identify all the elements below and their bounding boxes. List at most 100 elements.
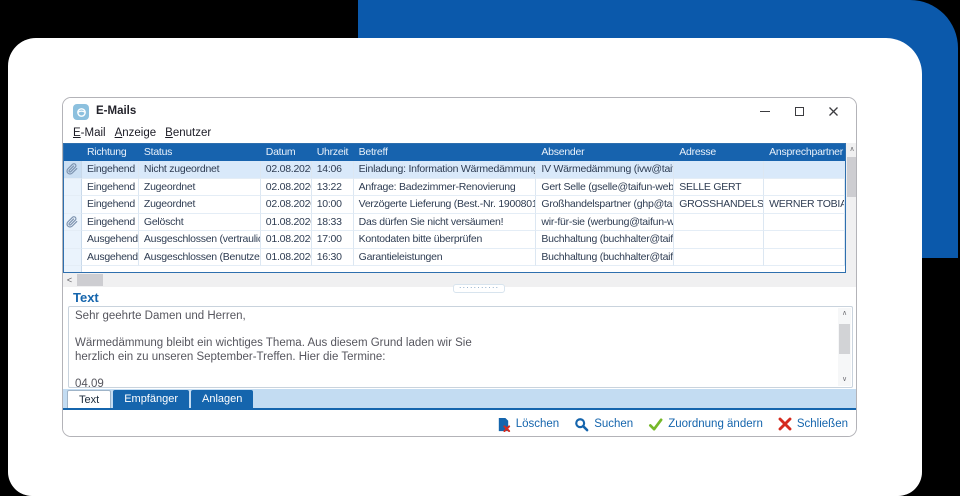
cell-betreff: Kontodaten bitte überprüfen [353,231,537,249]
table-filler-row [64,266,845,272]
check-icon [648,417,663,432]
bottom-toolbar: Löschen Suchen Zuordnung ändern Schließen [63,410,856,436]
cell-ansprechpartner [764,248,845,266]
toolbar-button-label: Zuordnung ändern [668,418,763,430]
cell-betreff: Das dürfen Sie nicht versäumen! [353,213,537,231]
cell-richtung: Ausgehend [81,231,139,249]
cell-adresse: GROSSHANDELS-PT [674,196,765,214]
tab-text[interactable]: Text [67,390,112,408]
email-text-preview[interactable]: Sehr geehrte Damen und Herren, Wärmedämm… [68,306,853,388]
cell-adresse [674,161,765,179]
window-title: E-Mails [96,105,137,117]
email-row-3[interactable]: Eingehend Zugeordnet 02.08.2020 10:00 Verzög… [64,196,845,214]
preview-vscroll-thumb[interactable] [839,324,850,354]
header-uhrzeit[interactable]: Uhrzeit [312,144,354,161]
cell-uhrzeit: 13:22 [311,178,354,196]
table-hscroll-thumb[interactable] [77,274,103,286]
cell-datum: 02.08.2020 [260,178,312,196]
cell-datum: 02.08.2020 [260,196,312,214]
cell-absender: wir-für-sie (werbung@taifun-w [536,213,675,231]
close-icon [778,417,792,431]
email-row-6[interactable]: Ausgehend Ausgeschlossen (Benutzer) 01.08.… [64,248,845,266]
cell-uhrzeit: 17:00 [311,231,354,249]
cell-adresse [674,231,765,249]
attachment-column-filler [64,266,82,272]
table-body: Eingehend Nicht zugeordnet 02.08.2020 14:06… [64,161,845,266]
cell-ansprechpartner [764,178,845,196]
table-header: Richtung Status Datum Uhrzeit Betreff Absende… [64,144,845,161]
email-table: Richtung Status Datum Uhrzeit Betreff Absende… [63,143,846,273]
cell-status: Nicht zugeordnet [138,161,261,179]
close-window-button[interactable] [816,98,850,125]
table-vertical-scrollbar[interactable]: ∧ [846,143,856,273]
scroll-left-icon[interactable]: < [63,273,76,287]
tab-empfnger[interactable]: Empfänger [113,390,189,408]
schließen-button[interactable]: Schließen [778,417,848,431]
menubar: E-Mail Anzeige Benutzer [63,125,856,143]
cell-richtung: Eingehend [81,161,139,179]
close-window-icon [828,107,838,116]
header-status[interactable]: Status [139,144,261,161]
cell-adresse [674,213,765,231]
email-row-5[interactable]: Ausgehend Ausgeschlossen (vertraulich) 01.… [64,231,845,249]
app-icon [73,104,89,120]
window-controls [748,98,850,125]
cell-ansprechpartner: WERNER TOBIAS [764,196,845,214]
suchen-button[interactable]: Suchen [574,417,633,432]
attachment-cell-empty [64,178,82,196]
paperclip-icon [64,161,82,179]
attachment-cell-empty [64,196,82,214]
email-row-4[interactable]: Eingehend Gelöscht 01.08.2020 18:33 Das dürf… [64,213,845,231]
titlebar: E-Mails [63,98,856,125]
scroll-up-icon[interactable]: ∧ [846,143,856,156]
bottom-tabstrip: Text Empfänger Anlagen [63,389,856,410]
cell-absender: IV Wärmedämmung (ivw@taifu [536,161,675,179]
preview-scroll-down-icon[interactable]: ∨ [838,374,851,386]
table-vscroll-thumb[interactable] [847,157,856,197]
cell-betreff: Garantieleistungen [353,248,537,266]
maximize-button[interactable] [782,98,816,125]
cell-absender: Buchhaltung (buchhalter@taifu [536,248,675,266]
header-datum[interactable]: Datum [261,144,312,161]
cell-richtung: Eingehend [81,178,139,196]
cell-betreff: Verzögerte Lieferung (Best.-Nr. 1900801) [353,196,537,214]
cell-datum: 01.08.2020 [260,213,312,231]
cell-absender: Gert Selle (gselle@taifun-weba [536,178,675,196]
email-row-1[interactable]: Eingehend Nicht zugeordnet 02.08.2020 14:06… [64,161,845,179]
preview-scroll-up-icon[interactable]: ∧ [838,308,851,320]
cell-uhrzeit: 14:06 [311,161,354,179]
menu-item-email[interactable]: E-Mail [73,125,115,143]
cell-richtung: Eingehend [81,213,139,231]
header-absender[interactable]: Absender [536,144,674,161]
cell-uhrzeit: 16:30 [311,248,354,266]
cell-ansprechpartner [764,161,845,179]
löschen-button[interactable]: Löschen [496,417,559,432]
cell-richtung: Ausgehend [81,248,139,266]
pane-splitter-handle[interactable]: ··········· [453,284,505,293]
cell-betreff: Einladung: Information Wärmedämmung [353,161,537,179]
header-adresse[interactable]: Adresse [674,144,764,161]
header-ansprechpartner[interactable]: Ansprechpartner [764,144,845,161]
cell-status: Zugeordnet [138,196,261,214]
toolbar-button-label: Suchen [594,418,634,430]
zuordnung-ändern-button[interactable]: Zuordnung ändern [648,417,763,432]
emails-window: E-Mails E-Mail Anzeige Benutzer Richtung St… [62,97,857,437]
cell-adresse: SELLE GERT [674,178,765,196]
cell-absender: Buchhaltung (buchhalter@taifu [536,231,675,249]
cell-status: Ausgeschlossen (vertraulich) [138,231,261,249]
cell-ansprechpartner [764,231,845,249]
preview-vertical-scrollbar[interactable]: ∧ ∨ [838,308,851,386]
preview-pane-title: Text [73,290,99,305]
paperclip-icon [64,213,82,231]
header-betreff[interactable]: Betreff [354,144,537,161]
header-richtung[interactable]: Richtung [82,144,139,161]
menu-item-anzeige[interactable]: Anzeige [115,125,166,143]
attachment-cell-empty [64,231,82,249]
minimize-icon [760,111,770,112]
email-body-text: Sehr geehrte Damen und Herren, Wärmedämm… [75,310,472,387]
header-attachment-column[interactable] [64,144,82,161]
email-row-2[interactable]: Eingehend Zugeordnet 02.08.2020 13:22 Anfrag… [64,178,845,196]
tab-anlagen[interactable]: Anlagen [191,390,254,408]
menu-item-benutzer[interactable]: Benutzer [165,125,220,143]
minimize-button[interactable] [748,98,782,125]
